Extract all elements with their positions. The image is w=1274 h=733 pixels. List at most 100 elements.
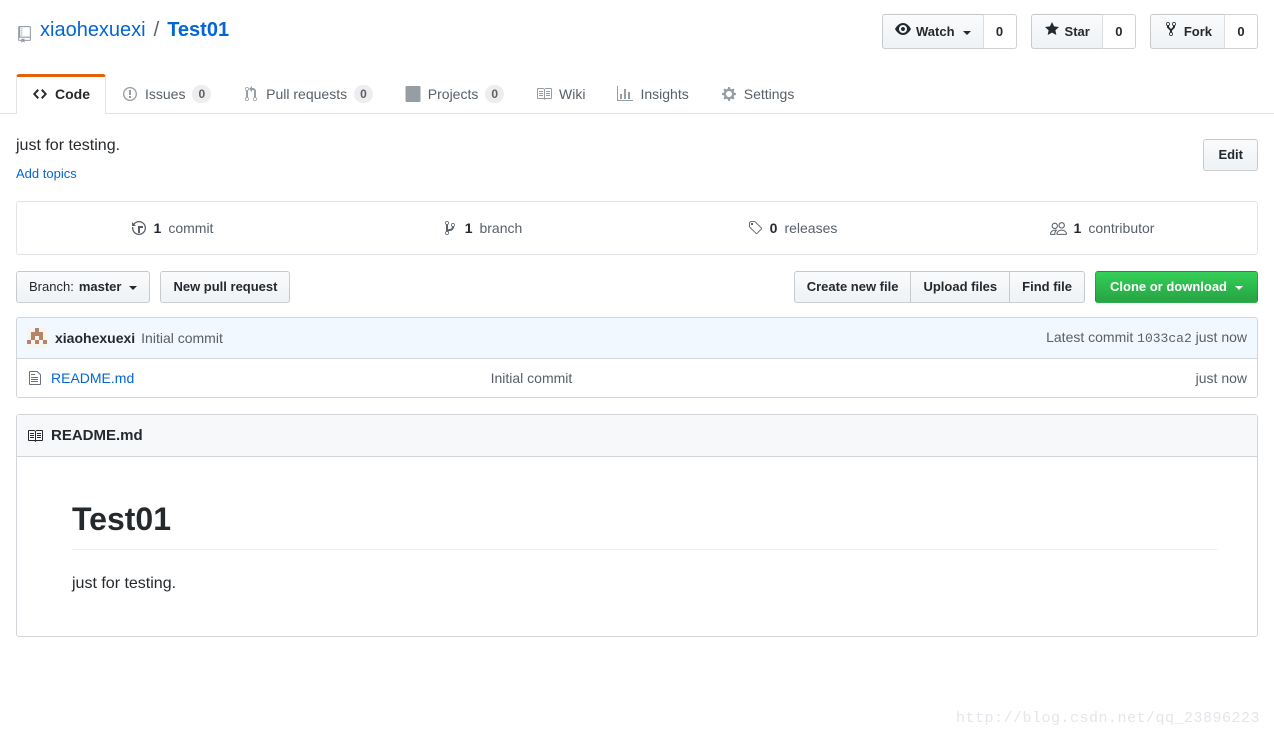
clone-or-download-button[interactable]: Clone or download xyxy=(1095,271,1258,303)
watch-group: Watch 0 xyxy=(882,14,1017,49)
latest-commit-row: xiaohexuexi Initial commit Latest commit… xyxy=(17,318,1257,359)
commit-message[interactable]: Initial commit xyxy=(141,328,223,348)
toolbar-right-group: Create new file Upload files Find file C… xyxy=(793,271,1258,303)
tab-insights[interactable]: Insights xyxy=(601,74,704,114)
star-icon xyxy=(1044,21,1060,42)
tab-issues[interactable]: Issues 0 xyxy=(106,74,227,114)
github-repo-page: xiaohexuexi / Test01 Watch 0 Star 0 Fork… xyxy=(0,0,1274,733)
repo-name-link[interactable]: Test01 xyxy=(167,16,229,44)
overview-commits[interactable]: 1 commit xyxy=(17,202,327,254)
repo-social-actions: Watch 0 Star 0 Fork 0 xyxy=(882,14,1258,49)
tab-wiki-label: Wiki xyxy=(559,86,586,102)
git-pull-request-icon xyxy=(243,86,259,102)
repo-nav-tabs: Code Issues 0 Pull requests 0 Projects 0… xyxy=(0,72,1274,114)
add-topics-link[interactable]: Add topics xyxy=(16,166,77,181)
book-icon xyxy=(536,86,553,102)
tab-pull-requests-count: 0 xyxy=(354,85,373,103)
file-icon xyxy=(27,370,43,386)
file-age-cell: just now xyxy=(1195,370,1247,386)
overview-releases-number: 0 xyxy=(769,220,778,236)
branch-prefix-label: Branch: xyxy=(29,279,74,294)
new-pull-request-button[interactable]: New pull request xyxy=(160,271,291,303)
people-icon xyxy=(1049,220,1067,237)
overview-contributors-label: contributor xyxy=(1088,220,1155,236)
readme-panel: README.md Test01 just for testing. xyxy=(16,414,1258,637)
project-board-icon xyxy=(405,86,421,102)
repo-icon xyxy=(16,23,33,43)
overview-contributors[interactable]: 1 contributor xyxy=(947,202,1257,254)
fork-button[interactable]: Fork xyxy=(1149,14,1224,49)
chevron-down-icon xyxy=(129,286,138,290)
latest-commit-meta: Latest commit 1033ca2 just now xyxy=(1046,327,1247,349)
overview-commits-number: 1 xyxy=(153,220,162,236)
fork-group: Fork 0 xyxy=(1149,14,1258,49)
tab-wiki[interactable]: Wiki xyxy=(520,74,601,114)
overview-releases[interactable]: 0 releases xyxy=(637,202,947,254)
tab-code[interactable]: Code xyxy=(16,74,106,114)
chevron-down-icon xyxy=(962,30,971,35)
branch-name-label: master xyxy=(78,279,122,294)
tab-insights-label: Insights xyxy=(640,86,689,102)
repo-overview-bar: 1 commit 1 branch 0 releases 1 contribut… xyxy=(16,201,1258,255)
tab-projects[interactable]: Projects 0 xyxy=(389,74,520,114)
file-commit-message[interactable]: Initial commit xyxy=(491,370,573,386)
repo-about-section: just for testing. Add topics Edit xyxy=(16,114,1258,183)
chevron-down-icon xyxy=(1235,286,1243,290)
overview-commits-label: commit xyxy=(168,220,214,236)
tab-projects-label: Projects xyxy=(427,86,479,102)
fork-label: Fork xyxy=(1183,23,1212,39)
watch-label: Watch xyxy=(916,23,955,39)
overview-releases-label: releases xyxy=(784,220,838,236)
tab-pull-requests[interactable]: Pull requests 0 xyxy=(227,74,389,114)
readme-body: Test01 just for testing. xyxy=(17,457,1257,636)
file-navigation-toolbar: Branch: master New pull request Create n… xyxy=(16,271,1258,303)
repo-owner-link[interactable]: xiaohexuexi xyxy=(40,16,146,44)
readme-title: README.md xyxy=(51,427,143,444)
watch-count[interactable]: 0 xyxy=(982,14,1017,49)
eye-icon xyxy=(895,21,911,42)
main-content: just for testing. Add topics Edit 1 comm… xyxy=(0,114,1274,637)
tab-code-label: Code xyxy=(55,86,90,102)
find-file-button[interactable]: Find file xyxy=(1009,271,1085,303)
commit-author-link[interactable]: xiaohexuexi xyxy=(55,328,135,348)
overview-contributors-number: 1 xyxy=(1073,220,1082,236)
repo-description: just for testing. xyxy=(16,137,121,154)
tab-settings[interactable]: Settings xyxy=(705,74,811,114)
file-link-readme[interactable]: README.md xyxy=(51,368,134,388)
gear-icon xyxy=(721,86,737,102)
toolbar-left-group: Branch: master New pull request xyxy=(16,271,291,303)
code-icon xyxy=(32,86,48,102)
table-row: README.md Initial commit just now xyxy=(17,359,1257,397)
star-label: Star xyxy=(1064,23,1090,39)
tag-icon xyxy=(747,220,763,236)
upload-files-button[interactable]: Upload files xyxy=(910,271,1010,303)
watermark-text: http://blog.csdn.net/qq_23896223 xyxy=(955,710,1260,727)
fork-icon xyxy=(1163,21,1179,42)
file-name-cell: README.md xyxy=(27,368,491,388)
repo-separator: / xyxy=(153,19,160,41)
tab-projects-count: 0 xyxy=(485,85,505,103)
watch-button[interactable]: Watch xyxy=(882,14,983,49)
create-new-file-button[interactable]: Create new file xyxy=(793,271,911,303)
tab-issues-count: 0 xyxy=(192,85,212,103)
tab-settings-label: Settings xyxy=(743,86,795,102)
star-count[interactable]: 0 xyxy=(1101,14,1136,49)
avatar[interactable] xyxy=(27,328,47,348)
overview-branches[interactable]: 1 branch xyxy=(327,202,637,254)
readme-paragraph: just for testing. xyxy=(72,575,177,592)
edit-button[interactable]: Edit xyxy=(1203,139,1258,171)
issue-opened-icon xyxy=(122,86,138,102)
history-icon xyxy=(131,220,147,236)
star-button[interactable]: Star xyxy=(1030,14,1102,49)
fork-count[interactable]: 0 xyxy=(1224,14,1258,49)
latest-commit-age: just now xyxy=(1195,329,1247,345)
star-group: Star 0 xyxy=(1030,14,1136,49)
readme-heading: Test01 xyxy=(72,499,1217,550)
clone-or-download-label: Clone or download xyxy=(1110,279,1227,294)
commit-sha-link[interactable]: 1033ca2 xyxy=(1137,331,1192,346)
latest-commit-prefix: Latest commit xyxy=(1046,329,1134,345)
book-icon xyxy=(27,428,43,444)
file-commit-message-cell: Initial commit xyxy=(491,368,1196,388)
branch-select-button[interactable]: Branch: master xyxy=(16,271,151,303)
tab-issues-label: Issues xyxy=(145,86,186,102)
